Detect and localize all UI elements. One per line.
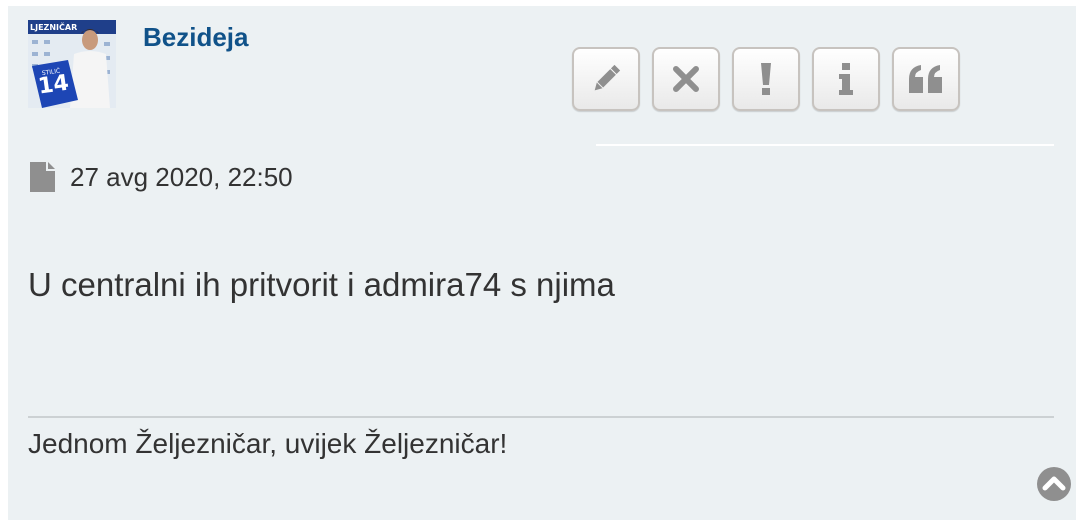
info-icon [839, 63, 853, 95]
header-separator [596, 144, 1054, 146]
file-icon [30, 162, 55, 192]
quote-button[interactable] [892, 47, 960, 111]
post-date: 27 avg 2020, 22:50 [70, 162, 293, 192]
post-signature: Jednom Željezničar, uvijek Željezničar! [28, 428, 508, 459]
post: LJEZNIČAR 14 STILIĆ Bezideja 27 avg 2020… [8, 6, 1076, 520]
pencil-icon [594, 64, 621, 91]
post-content: U centralni ih pritvorit i admira74 s nj… [28, 266, 615, 303]
avatar[interactable]: LJEZNIČAR 14 STILIĆ [28, 20, 116, 108]
avatar-banner-text: LJEZNIČAR [30, 21, 77, 32]
close-icon [673, 66, 699, 92]
report-button[interactable] [732, 47, 800, 111]
username-link[interactable]: Bezideja [143, 22, 249, 53]
exclamation-icon [761, 63, 771, 95]
info-button[interactable] [812, 47, 880, 111]
chevron-up-circle-icon [1037, 467, 1071, 501]
avatar-image: LJEZNIČAR 14 STILIĆ [28, 20, 116, 108]
signature-divider [28, 416, 1054, 418]
edit-button[interactable] [572, 47, 640, 111]
back-to-top-button[interactable] [1036, 466, 1072, 507]
delete-button[interactable] [652, 47, 720, 111]
quote-icon [909, 65, 942, 93]
